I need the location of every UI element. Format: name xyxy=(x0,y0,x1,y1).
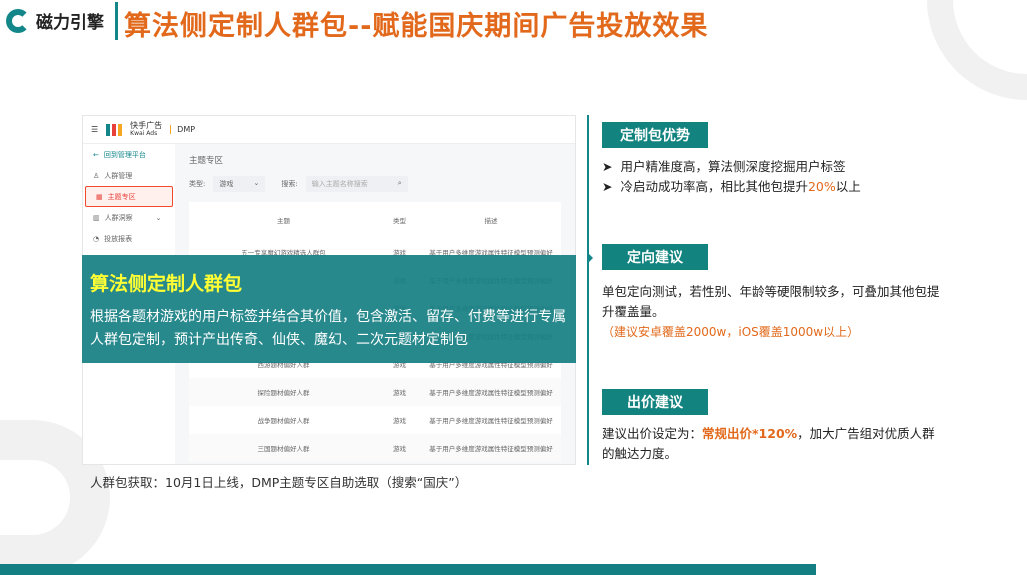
column-header: 主题 xyxy=(277,217,291,225)
menu-icon[interactable]: ☰ xyxy=(91,125,98,134)
search-label: 搜索: xyxy=(281,180,298,188)
bid-text: 建议出价设定为：常规出价*120%，加大广告组对优质人群的触达力度。 xyxy=(602,424,937,464)
chevron-down-icon: ⌄ xyxy=(155,213,162,222)
bar-chart-icon: ▥ xyxy=(93,213,100,222)
table-row[interactable]: 三国题材偏好人群 游戏 基于用户多维度游戏属性特征模型预测偏好 xyxy=(189,434,561,462)
cell-type: 游戏 xyxy=(393,417,407,425)
bullet-text: 用户精准度高，算法侧深度挖掘用户标签 xyxy=(620,159,846,174)
cell-name: 三国题材偏好人群 xyxy=(189,434,379,462)
back-label: 回到管理平台 xyxy=(103,150,146,159)
arrow-bullet-icon: ➤ xyxy=(602,179,613,194)
bid-pre: 建议出价设定为： xyxy=(602,426,703,441)
grid-icon: ▦ xyxy=(96,192,103,201)
column-header: 描述 xyxy=(484,217,498,225)
bid-label: 出价建议 xyxy=(602,389,708,415)
cell-type: 游戏 xyxy=(378,378,421,406)
search-icon: ⌕ xyxy=(397,179,402,187)
targeting-body: 单包定向测试，若性别、年龄等硬限制较多，可叠加其他包提升覆盖量。 xyxy=(602,284,940,319)
sidebar-label: 主题专区 xyxy=(107,192,136,201)
table-row[interactable]: 探险题材偏好人群 游戏 基于用户多维度游戏属性特征模型预测偏好 xyxy=(189,378,561,406)
page-title: 主题专区 xyxy=(189,156,224,166)
user-icon: ♙ xyxy=(93,171,100,180)
column-header: 类型 xyxy=(393,217,407,225)
type-value: 游戏 xyxy=(219,180,234,188)
chevron-down-icon: ⌄ xyxy=(253,179,260,187)
bullet-text: 以上 xyxy=(835,179,861,194)
targeting-note: （建议安卓覆盖2000w，iOS覆盖1000w以上） xyxy=(602,325,860,339)
targeting-label: 定向建议 xyxy=(602,244,708,270)
search-placeholder: 输入主题名称搜索 xyxy=(311,180,368,188)
cell-name: 探险题材偏好人群 xyxy=(189,378,379,406)
brand-name: 磁力引擎 xyxy=(36,13,104,33)
type-label: 类型: xyxy=(189,180,206,188)
cell-desc: 基于用户多维度游戏属性特征模型预测偏好 xyxy=(429,417,553,425)
bullet-text: 冷启动成功率高，相比其他包提升 xyxy=(620,179,808,194)
logo-cn: 快手广告 xyxy=(130,120,163,130)
table-row[interactable]: 战争题材偏好人群 游戏 基于用户多维度游戏属性特征模型预测偏好 xyxy=(189,406,561,434)
kwai-logo-icon xyxy=(106,123,123,136)
cell-name: 战争题材偏好人群 xyxy=(257,417,310,425)
divider-line xyxy=(587,115,589,465)
slide-title: 算法侧定制人群包--赋能国庆期间广告投放效果 xyxy=(124,11,709,42)
advantage-label: 定制包优势 xyxy=(602,122,708,148)
sidebar-label: 投放报表 xyxy=(104,234,133,243)
brand-c-icon xyxy=(6,8,30,33)
logo-en: Kwai Ads xyxy=(130,129,158,137)
footer-bar xyxy=(0,564,816,575)
cell-desc: 基于用户多维度游戏属性特征模型预测偏好 xyxy=(421,434,561,462)
overlay-body: 根据各题材游戏的用户标签并结合其价值，包含激活、留存、付费等进行专属人群包定制，… xyxy=(90,309,566,348)
highlight-overlay: 算法侧定制人群包 根据各题材游戏的用户标签并结合其价值，包含激活、留存、付费等进… xyxy=(82,255,576,363)
app-header: ☰ 快手广告 Kwai Ads DMP xyxy=(83,116,575,144)
pointer-icon xyxy=(588,253,593,263)
cell-type: 游戏 xyxy=(378,434,421,462)
sidebar-item-topics[interactable]: ▦ 主题专区 xyxy=(85,186,173,207)
decorative-arc xyxy=(927,0,1027,100)
search-input[interactable]: 输入主题名称搜索 ⌕ xyxy=(305,176,408,192)
back-link[interactable]: ← 回到管理平台 xyxy=(83,144,175,165)
sidebar-item-audience[interactable]: ♙ 人群管理 xyxy=(83,165,175,186)
type-select[interactable]: 游戏 ⌄ xyxy=(213,176,266,192)
sidebar-item-report[interactable]: ◔ 投放报表 xyxy=(83,228,175,249)
arrow-left-icon: ← xyxy=(93,150,99,159)
bid-highlight: 常规出价*120% xyxy=(702,426,798,441)
cell-desc: 基于用户多维度游戏属性特征模型预测偏好 xyxy=(421,378,561,406)
brand-logo: 磁力引擎 xyxy=(6,8,104,33)
arrow-bullet-icon: ➤ xyxy=(602,159,613,174)
sidebar-label: 人群洞察 xyxy=(104,213,133,222)
divider xyxy=(115,2,118,40)
sidebar-item-insight[interactable]: ▥ 人群洞察 ⌄ xyxy=(83,207,175,228)
highlight: 20% xyxy=(807,179,836,194)
pie-icon: ◔ xyxy=(93,234,100,243)
sidebar-label: 人群管理 xyxy=(104,171,133,180)
caption: 人群包获取：10月1日上线，DMP主题专区自助选取（搜索“国庆”） xyxy=(90,475,468,490)
product-name: DMP xyxy=(170,125,195,134)
targeting-text: 单包定向测试，若性别、年龄等硬限制较多，可叠加其他包提升覆盖量。 （建议安卓覆盖… xyxy=(602,282,947,342)
overlay-heading: 算法侧定制人群包 xyxy=(90,273,243,295)
advantage-list: ➤ 用户精准度高，算法侧深度挖掘用户标签 ➤ 冷启动成功率高，相比其他包提升20… xyxy=(602,157,861,197)
table-reflection xyxy=(176,485,576,555)
